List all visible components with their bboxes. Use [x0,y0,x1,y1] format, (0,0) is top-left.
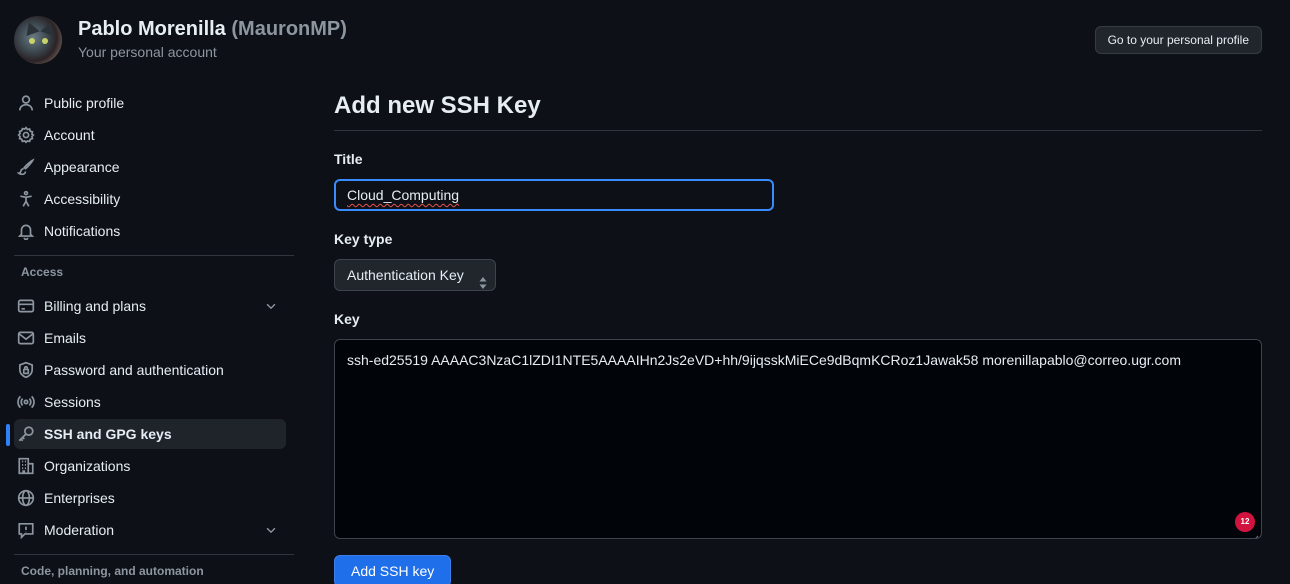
shield-lock-icon [17,361,35,379]
globe-icon [17,489,35,507]
page-title: Add new SSH Key [334,88,1262,131]
key-type-value: Authentication Key [347,267,464,283]
account-name: Pablo Morenilla (MauronMP) [78,18,347,41]
sidebar-item-ssh-gpg-keys[interactable]: SSH and GPG keys [6,419,286,449]
account-header: Pablo Morenilla (MauronMP) Your personal… [14,16,1262,64]
sidebar-item-label: Moderation [44,522,115,538]
sidebar-item-organizations[interactable]: Organizations [14,451,286,481]
sidebar-item-label: Appearance [44,159,120,175]
bell-icon [17,222,35,241]
key-label: Key [334,311,360,327]
key-textarea[interactable]: ssh-ed25519 AAAAC3NzaC1lZDI1NTE5AAAAIHn2… [334,339,1262,539]
section-title-code-planning: Code, planning, and automation [21,564,204,578]
avatar[interactable] [14,16,62,64]
sidebar-item-label: Account [44,127,95,143]
resize-handle-icon[interactable] [1251,528,1259,538]
sidebar-item-label: Password and authentication [44,362,224,378]
sidebar-item-label: Sessions [44,394,101,410]
gear-icon [17,126,35,144]
chevron-down-icon[interactable] [264,299,278,313]
broadcast-icon [17,393,35,411]
key-textarea-value: ssh-ed25519 AAAAC3NzaC1lZDI1NTE5AAAAIHn2… [347,352,1181,368]
title-input[interactable]: Cloud_Computing [334,179,774,211]
sidebar-item-label: Emails [44,330,87,346]
credit-card-icon [17,297,35,315]
user-login: (MauronMP) [231,18,347,40]
organization-icon [17,457,35,475]
sidebar-item-label: Accessibility [44,191,121,207]
chevron-down-icon[interactable] [264,523,278,537]
sidebar-item-label: SSH and GPG keys [44,426,172,442]
user-display-name: Pablo Morenilla [78,18,226,40]
person-icon [17,94,35,112]
key-type-label: Key type [334,231,393,247]
sidebar-item-label: Notifications [44,223,121,239]
sidebar-item-billing[interactable]: Billing and plans [14,291,286,321]
sidebar-item-label: Billing and plans [44,298,146,314]
sidebar-item-account[interactable]: Account [14,120,286,150]
sidebar-item-label: Organizations [44,458,131,474]
add-ssh-key-form: Add new SSH Key Title Cloud_Computing Ke… [334,88,1262,584]
sidebar-item-public-profile[interactable]: Public profile [14,88,286,118]
account-subtitle: Your personal account [78,44,217,60]
sidebar-divider [14,255,294,256]
sidebar-item-label: Enterprises [44,490,115,506]
sidebar-divider [14,554,294,555]
sidebar-item-accessibility[interactable]: Accessibility [14,184,286,214]
go-to-profile-button[interactable]: Go to your personal profile [1094,26,1262,54]
title-input-value: Cloud_Computing [347,187,460,203]
sidebar-item-enterprises[interactable]: Enterprises [14,483,286,513]
sidebar-item-notifications[interactable]: Notifications [14,216,286,246]
paintbrush-icon [16,158,35,176]
sidebar-item-label: Public profile [44,95,125,111]
report-icon [17,521,35,540]
select-arrows-icon [479,269,487,289]
key-type-select[interactable]: Authentication Key [334,259,496,291]
sidebar-item-emails[interactable]: Emails [14,323,286,353]
sidebar-item-moderation[interactable]: Moderation [14,515,286,545]
sidebar-item-appearance[interactable]: Appearance [14,152,286,182]
title-label: Title [334,151,363,167]
settings-sidebar: Public profile Account Appearance Access… [6,88,294,584]
key-icon [17,425,35,443]
add-ssh-key-button[interactable]: Add SSH key [334,555,452,584]
mail-icon [17,329,35,347]
accessibility-icon [17,190,35,208]
sidebar-item-sessions[interactable]: Sessions [14,387,286,417]
section-title-access: Access [21,265,64,279]
sidebar-item-password[interactable]: Password and authentication [14,355,286,385]
